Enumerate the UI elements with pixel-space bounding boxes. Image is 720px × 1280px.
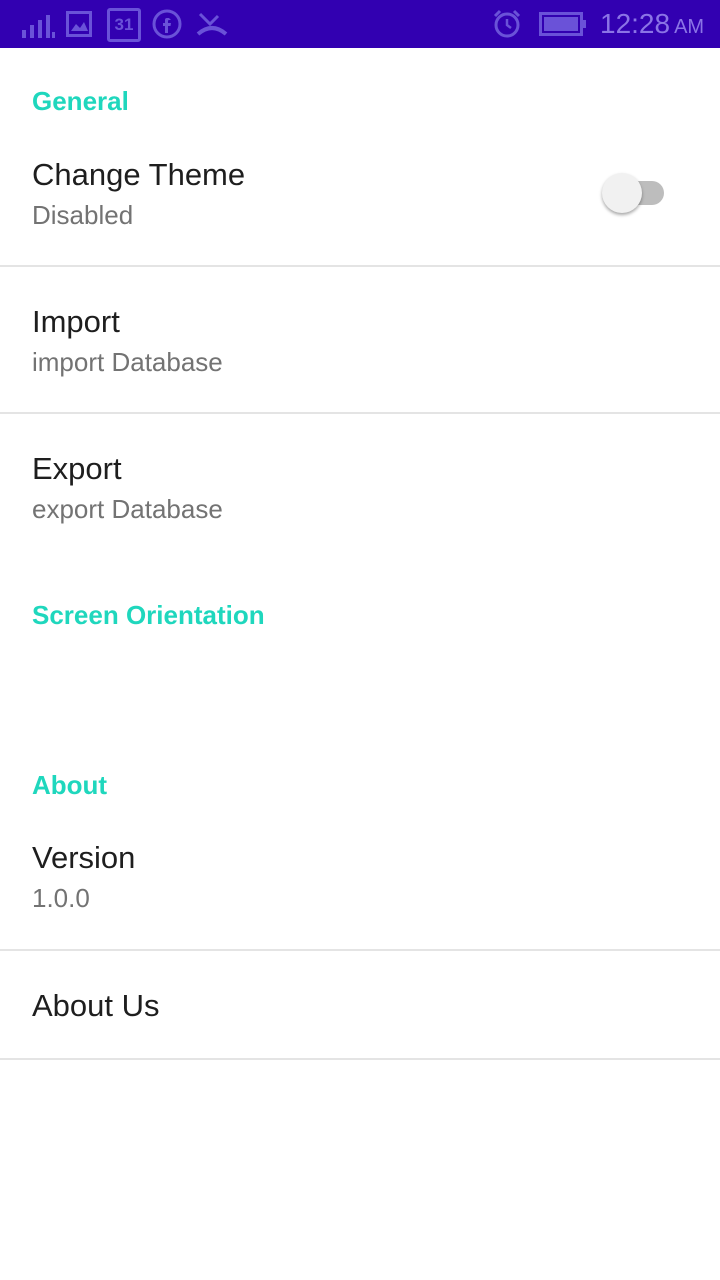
- pref-summary: Disabled: [32, 200, 134, 230]
- switch-thumb: [602, 173, 642, 213]
- pref-export[interactable]: Export export Database: [0, 414, 720, 550]
- pref-title: Change Theme: [32, 157, 246, 192]
- category-general: General: [32, 86, 129, 116]
- pref-title: About Us: [32, 988, 160, 1023]
- calendar-icon: 31: [107, 8, 141, 42]
- signal-icon: [22, 15, 55, 38]
- clock-ampm: AM: [674, 16, 705, 38]
- divider: [0, 1058, 720, 1060]
- pref-about-us[interactable]: About Us: [0, 951, 720, 1058]
- pref-summary: export Database: [32, 494, 223, 524]
- pref-version[interactable]: Version 1.0.0: [0, 823, 720, 949]
- status-time: 12:28 AM: [600, 6, 704, 45]
- battery-icon: [539, 12, 586, 36]
- alarm-icon: [493, 9, 521, 38]
- pref-title: Version: [32, 840, 136, 875]
- clock-time: 12:28: [600, 8, 671, 39]
- pref-import[interactable]: Import import Database: [0, 267, 720, 413]
- status-bar: 31 12:28 AM: [0, 0, 720, 48]
- pref-summary: 1.0.0: [32, 883, 90, 913]
- facebook-icon: [152, 9, 182, 39]
- category-screen-orientation: Screen Orientation: [32, 600, 265, 630]
- category-about: About: [32, 770, 108, 800]
- pref-title: Export: [32, 451, 122, 486]
- image-icon: [66, 11, 92, 37]
- pref-summary: import Database: [32, 347, 223, 377]
- calendar-day: 31: [114, 15, 134, 34]
- change-theme-switch[interactable]: [600, 172, 668, 214]
- pref-title: Import: [32, 304, 120, 339]
- missed-call-icon: [196, 12, 228, 36]
